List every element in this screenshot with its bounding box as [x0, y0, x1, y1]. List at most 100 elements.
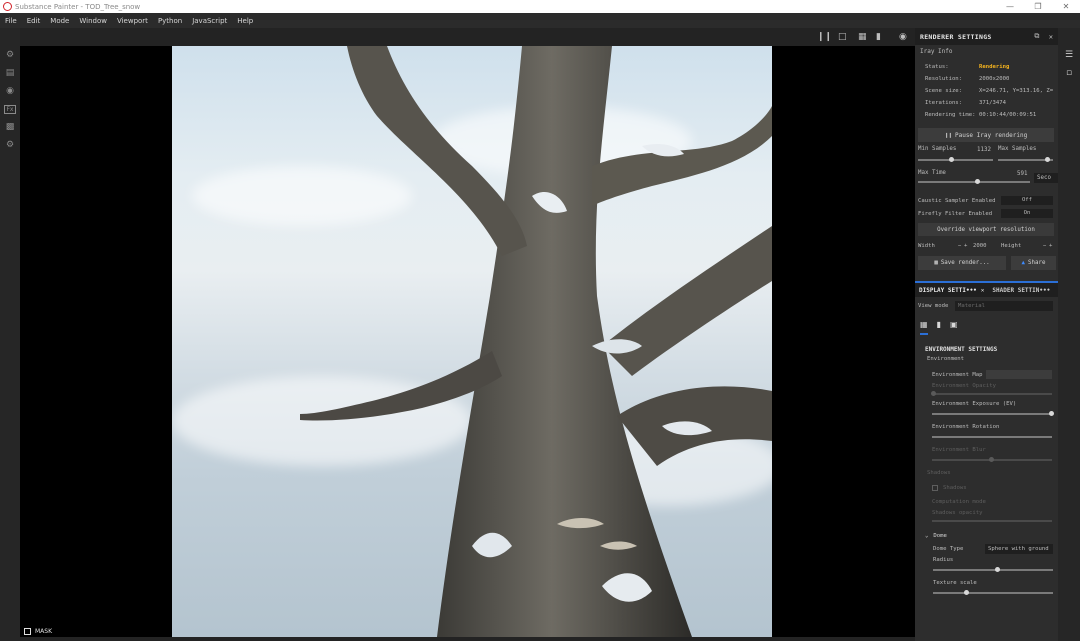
right-panel: RENDERER SETTINGS ⧉ ✕ Iray Info Status: … — [915, 28, 1058, 641]
info-status: Status: Rendering — [925, 64, 1010, 70]
fx-icon[interactable]: Fx — [0, 100, 20, 118]
max-time-slider-block: Max Time 591 Seco — [915, 170, 1058, 194]
window-title: Substance Painter - TOD_Tree_snow — [15, 2, 141, 11]
camera-video-icon[interactable]: ▮ — [876, 32, 881, 42]
tab-close-icon[interactable]: ✕ — [981, 287, 985, 294]
menu-help[interactable]: Help — [232, 17, 258, 25]
env-blur-slider[interactable] — [915, 455, 1058, 467]
display-tabs: DISPLAY SETTI••• ✕ SHADER SETTIN••• — [915, 281, 1058, 297]
shadows-checkbox-row[interactable]: Shadows — [915, 482, 1058, 493]
menu-javascript[interactable]: JavaScript — [187, 17, 232, 25]
panel-list-icon[interactable]: ☰ — [1058, 46, 1080, 64]
save-icon: ▩ — [934, 260, 938, 266]
texture-scale-slider[interactable] — [915, 588, 1058, 598]
viewport-toolbar: ❙❙ □ ▦ ▮ ◉ — [20, 28, 915, 46]
min-samples-value: 1132 — [977, 147, 991, 153]
min-samples-knob[interactable] — [949, 157, 954, 162]
share-button[interactable]: ▲ Share — [1011, 256, 1056, 270]
camera-icon[interactable]: ▮ — [937, 320, 941, 335]
dome-type-select[interactable]: Sphere with ground — [985, 543, 1053, 554]
width-label: Width — [918, 243, 935, 249]
mask-label: MASK — [35, 628, 53, 635]
status-value: Rendering — [979, 64, 1010, 70]
env-opacity-slider[interactable] — [915, 391, 1058, 398]
undock-icon[interactable]: ⧉ — [1030, 32, 1044, 41]
info-scene-size: Scene size: X=246.71, Y=313.16, Z= — [925, 88, 1054, 94]
env-map-row: Environment Map — [915, 369, 1058, 380]
screenshot-icon[interactable]: ◉ — [899, 32, 907, 42]
frame-expand-icon[interactable]: ▣ — [950, 320, 958, 335]
view-mode-label: View mode — [918, 303, 949, 309]
render-preview[interactable] — [172, 46, 772, 637]
firefly-filter-row: Firefly Filter Enabled On — [915, 207, 1058, 220]
frame-icon[interactable]: □ — [838, 32, 847, 42]
tab-shader-settings[interactable]: SHADER SETTIN••• — [988, 287, 1054, 294]
renderer-settings-title: RENDERER SETTINGS — [920, 32, 992, 41]
radius-slider[interactable] — [915, 565, 1058, 577]
texture-set-icon[interactable]: ▩ — [0, 118, 20, 136]
override-viewport-resolution-button[interactable]: Override viewport resolution — [918, 223, 1054, 236]
pause-icon: ❙❙ — [944, 131, 952, 139]
close-icon[interactable]: ✕ — [1052, 0, 1080, 13]
max-time-value: 591 — [1017, 171, 1028, 177]
info-resolution: Resolution: 2000x2000 — [925, 76, 1010, 82]
env-exposure-label: Environment Exposure (EV) — [932, 400, 1017, 407]
menu-bar: File Edit Mode Window Viewport Python Ja… — [0, 13, 1080, 28]
firefly-filter-toggle[interactable]: On — [1001, 209, 1053, 218]
env-opacity-label: Environment Opacity — [932, 382, 996, 389]
shadows-checkbox-icon[interactable] — [932, 484, 938, 491]
save-render-button[interactable]: ▩ Save render... — [918, 256, 1006, 270]
mask-checkbox-icon — [24, 628, 31, 635]
panel-close-icon[interactable]: ✕ — [1044, 33, 1058, 41]
env-exposure-slider[interactable] — [915, 409, 1058, 421]
env-blur-label: Environment Blur — [932, 446, 986, 453]
max-time-knob[interactable] — [975, 179, 980, 184]
image-icon[interactable]: ▦ — [920, 320, 928, 335]
shadows-opacity-slider[interactable] — [915, 518, 1058, 527]
menu-mode[interactable]: Mode — [45, 17, 74, 25]
right-dock-strip: ☰ ▫ — [1058, 28, 1080, 641]
view-mode-row: View mode Material — [915, 299, 1058, 313]
menu-python[interactable]: Python — [153, 17, 187, 25]
view-mode-select[interactable]: Material — [955, 301, 1053, 311]
width-value[interactable]: 2000 — [973, 243, 1001, 249]
dome-type-row: Dome Type Sphere with ground — [915, 543, 1058, 554]
pause-iray-button[interactable]: ❙❙ Pause Iray rendering — [918, 128, 1054, 142]
layers-icon[interactable]: ▤ — [0, 64, 20, 82]
pause-icon[interactable]: ❙❙ — [817, 32, 832, 42]
menu-window[interactable]: Window — [74, 17, 112, 25]
height-label: Height — [1001, 243, 1022, 249]
viewport[interactable]: MASK — [20, 46, 915, 637]
tree-render-image — [300, 46, 772, 637]
app-logo-icon — [3, 2, 12, 11]
min-samples-slider[interactable] — [918, 159, 993, 161]
menu-viewport[interactable]: Viewport — [112, 17, 153, 25]
environment-label: Environment — [927, 355, 965, 362]
restore-icon[interactable]: ❐ — [1024, 0, 1052, 13]
height-plus-icon[interactable]: + — [1049, 243, 1058, 249]
env-map-field[interactable] — [986, 370, 1052, 379]
max-time-unit[interactable]: Seco — [1034, 173, 1058, 183]
material-icon[interactable]: ◉ — [0, 82, 20, 100]
env-rotation-label: Environment Rotation — [932, 423, 1000, 430]
cube-icon[interactable]: ▦ — [858, 32, 867, 42]
max-time-slider[interactable] — [918, 181, 1030, 183]
tab-display-settings[interactable]: DISPLAY SETTI••• ✕ — [915, 287, 988, 294]
width-plus-icon[interactable]: + — [964, 243, 973, 249]
max-samples-label: Max Samples — [998, 146, 1037, 152]
caustic-sampler-row: Caustic Sampler Enabled Off — [915, 194, 1058, 207]
settings-gear-icon[interactable]: ⚙ — [0, 46, 20, 64]
max-samples-knob[interactable] — [1045, 157, 1050, 162]
texture-scale-label: Texture scale — [933, 579, 977, 586]
dome-group-header[interactable]: ⌄ Dome — [915, 530, 1058, 541]
gear-icon[interactable]: ⚙ — [0, 136, 20, 154]
info-iterations: Iterations: 371/3474 — [925, 100, 1006, 106]
menu-file[interactable]: File — [0, 17, 22, 25]
minimize-icon[interactable]: — — [996, 0, 1024, 13]
mask-toggle[interactable]: MASK — [24, 628, 52, 635]
caustic-sampler-toggle[interactable]: Off — [1001, 196, 1053, 205]
menu-edit[interactable]: Edit — [22, 17, 46, 25]
env-rotation-slider[interactable] — [915, 432, 1058, 444]
document-icon[interactable]: ▫ — [1058, 64, 1080, 82]
chevron-down-icon: ⌄ — [925, 532, 929, 539]
